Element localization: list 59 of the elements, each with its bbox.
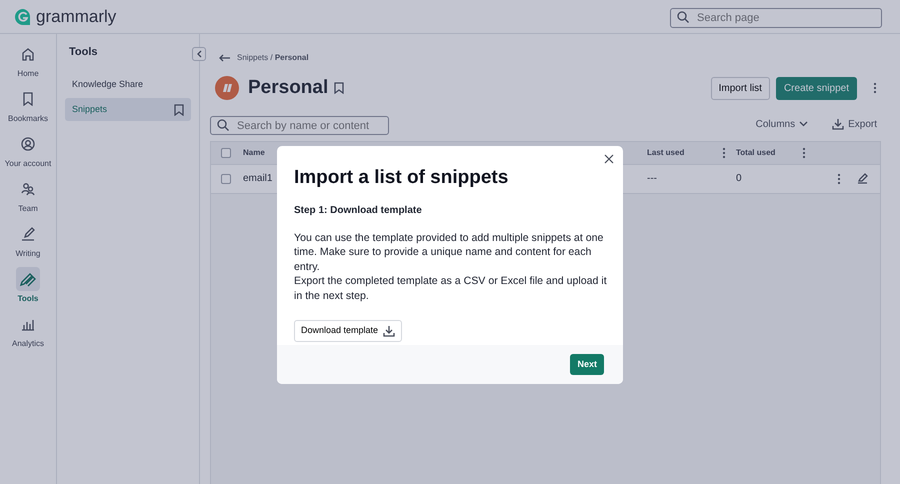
back-arrow-icon[interactable] xyxy=(219,54,231,62)
export-button[interactable]: Export xyxy=(832,116,877,132)
nav-item[interactable]: Home xyxy=(0,42,56,80)
more-icon[interactable] xyxy=(802,146,806,158)
create-snippet-button[interactable]: Create snippet xyxy=(776,76,857,100)
chevron-left-icon xyxy=(196,50,202,58)
nav-item[interactable]: Tools xyxy=(0,267,56,305)
column-header: Total used xyxy=(736,146,776,158)
panel-item[interactable]: Knowledge Share xyxy=(65,73,191,96)
page-title: Personal xyxy=(248,76,328,100)
pencils-icon xyxy=(20,271,36,287)
breadcrumb: Snippets / Personal xyxy=(237,52,309,64)
collapse-button[interactable] xyxy=(192,47,206,61)
step-heading: Step 1: Download template xyxy=(294,204,423,218)
columns-button[interactable]: Columns xyxy=(756,116,808,132)
table-cell-text: 0 xyxy=(736,172,742,186)
panel-item[interactable]: Snippets xyxy=(65,98,191,122)
bookmark-icon xyxy=(174,104,184,116)
column-header: Last used xyxy=(647,146,684,158)
download-icon xyxy=(832,118,844,130)
column-header: Name xyxy=(243,148,265,156)
more-icon[interactable] xyxy=(873,82,877,94)
breadcrumb-link[interactable]: Snippets xyxy=(237,53,268,62)
import-list-button[interactable]: Import list xyxy=(710,76,770,100)
paragraph: You can use the template provided to add multiple snippets at one time. Make sure to provide a unique name and content for each entry. xyxy=(294,230,604,274)
pen-icon xyxy=(21,227,35,241)
paragraph: Export the completed template as a CSV or Excel file and upload it in the next step. xyxy=(294,274,607,303)
team-icon xyxy=(21,182,35,196)
nav-item[interactable]: Analytics xyxy=(0,312,56,350)
search-field[interactable]: Search by name or content xyxy=(210,116,389,135)
bookmark-icon[interactable] xyxy=(334,82,344,94)
nav-item[interactable]: Bookmarks xyxy=(0,87,56,125)
close-button[interactable] xyxy=(604,154,614,164)
nav-item[interactable]: Your account xyxy=(0,132,56,170)
bookmark-icon xyxy=(22,92,34,106)
download-icon xyxy=(383,324,396,337)
nav-item[interactable]: Writing xyxy=(0,222,56,260)
table-cell: email1 xyxy=(243,173,272,184)
chevron-down-icon xyxy=(799,121,808,127)
logo-icon xyxy=(14,8,32,26)
home-icon xyxy=(21,47,35,61)
checkbox[interactable] xyxy=(221,148,231,158)
modal-title: Import a list of snippets xyxy=(294,166,510,190)
checkbox[interactable] xyxy=(221,174,231,184)
search-icon xyxy=(677,10,689,22)
account-icon xyxy=(21,137,35,151)
panel-title: Tools xyxy=(69,46,99,60)
table-cell-text: --- xyxy=(647,172,657,186)
search-icon xyxy=(217,118,229,130)
logo-text: grammarly xyxy=(36,6,116,28)
edit-icon[interactable] xyxy=(857,173,868,184)
more-icon[interactable] xyxy=(722,146,726,158)
download-template-button[interactable]: Download template xyxy=(294,320,402,342)
bar-chart-icon xyxy=(21,317,35,331)
snippets-logo-icon xyxy=(215,76,239,100)
search-field[interactable]: Search page xyxy=(670,8,882,28)
nav-item[interactable]: Team xyxy=(0,177,56,215)
more-icon[interactable] xyxy=(837,172,841,184)
next-button[interactable]: Next xyxy=(570,354,604,376)
